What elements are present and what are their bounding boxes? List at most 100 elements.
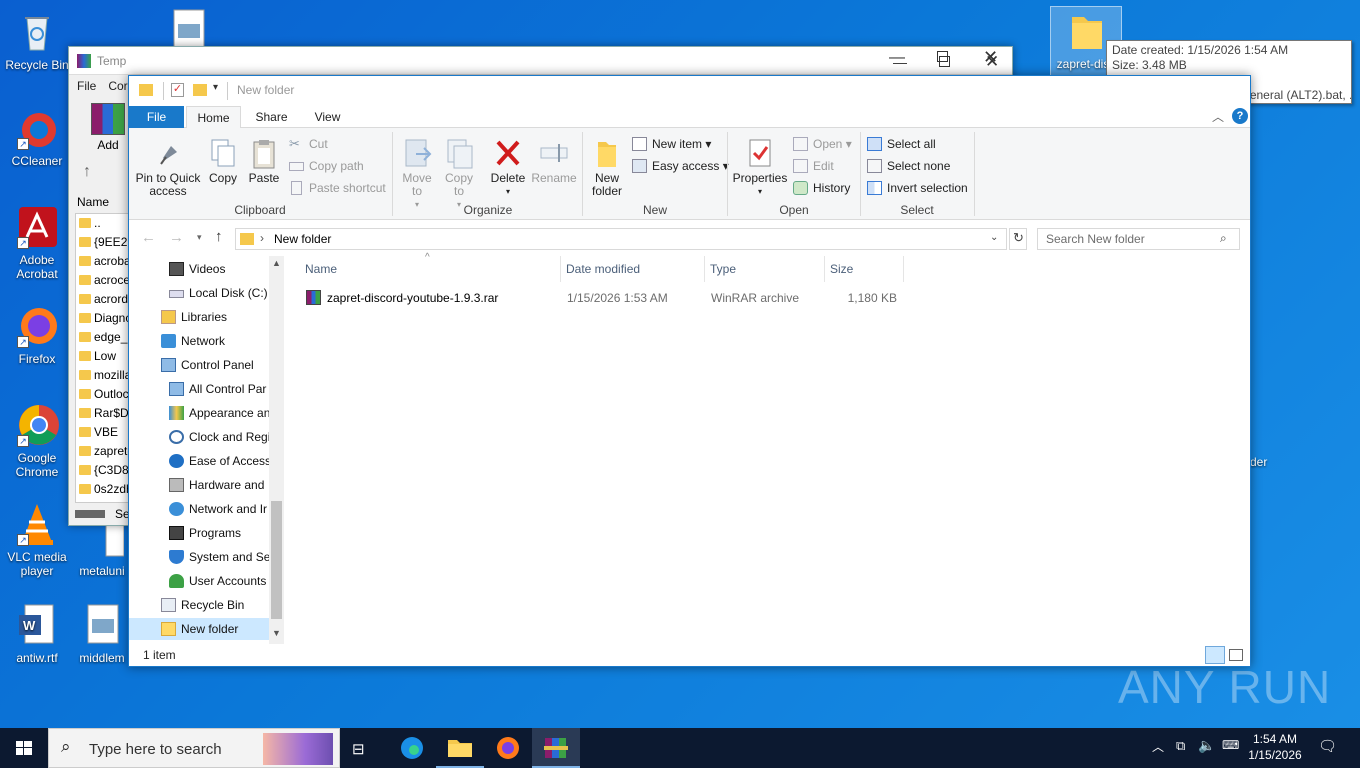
up-arrow-icon[interactable]: ↑ xyxy=(83,163,91,181)
scrollbar-thumb[interactable] xyxy=(271,501,282,619)
column-header-name[interactable]: Name xyxy=(305,262,337,278)
menu-item[interactable]: File xyxy=(77,79,96,93)
new-folder-button[interactable]: New folder xyxy=(587,138,627,198)
nav-item-appearance[interactable]: Appearance an xyxy=(169,402,270,424)
tab-home[interactable]: Home xyxy=(186,106,241,129)
desktop-icon-antiw-rtf[interactable]: W antiw.rtf xyxy=(1,603,73,665)
address-dropdown-icon[interactable]: ⌄ xyxy=(990,232,998,243)
copy-path-button[interactable]: Copy path xyxy=(289,156,364,176)
menu-item[interactable]: Cor xyxy=(108,79,127,93)
new-folder-quick-icon[interactable] xyxy=(193,84,207,96)
list-item[interactable]: 0s2zdh xyxy=(76,480,130,499)
taskbar-file-explorer[interactable] xyxy=(436,728,484,768)
list-item[interactable]: mozilla xyxy=(76,366,130,385)
tab-share[interactable]: Share xyxy=(244,106,299,128)
taskbar-winrar[interactable] xyxy=(532,728,580,768)
nav-item-clock-region[interactable]: Clock and Regi xyxy=(169,426,270,448)
taskbar-firefox[interactable] xyxy=(484,728,532,768)
column-separator[interactable] xyxy=(704,256,705,282)
history-button[interactable]: History xyxy=(793,178,850,198)
nav-item-recycle-bin[interactable]: Recycle Bin xyxy=(161,594,244,616)
nav-item-videos[interactable]: Videos xyxy=(169,258,225,280)
list-item[interactable]: Outloc xyxy=(76,385,130,404)
scroll-down-icon[interactable]: ▼ xyxy=(272,628,281,638)
taskbar-edge[interactable] xyxy=(388,728,436,768)
desktop-icon-ccleaner[interactable]: ↗ CCleaner xyxy=(1,106,73,168)
nav-item-libraries[interactable]: Libraries xyxy=(161,306,227,328)
explorer-close-button[interactable]: ✕ xyxy=(985,52,999,72)
list-item[interactable]: Low xyxy=(76,347,130,366)
input-method-icon[interactable]: ⌨ xyxy=(1222,738,1239,752)
list-item[interactable]: edge_E xyxy=(76,328,130,347)
nav-item-new-folder[interactable]: New folder xyxy=(129,618,269,640)
invert-selection-button[interactable]: Invert selection xyxy=(867,178,968,198)
nav-item-ease-of-access[interactable]: Ease of Access xyxy=(169,450,271,472)
easy-access-button[interactable]: Easy access ▾ xyxy=(632,156,729,176)
list-item[interactable]: acroba xyxy=(76,252,130,271)
nav-item-system-security[interactable]: System and Se xyxy=(169,546,270,568)
forward-arrow-icon[interactable]: → xyxy=(169,229,184,246)
explorer-window[interactable]: ✓ ▾ New folder File Home Share View ︿ ? … xyxy=(128,52,1251,667)
select-none-button[interactable]: Select none xyxy=(867,156,950,176)
nav-item-programs[interactable]: Programs xyxy=(169,522,241,544)
scroll-up-icon[interactable]: ▲ xyxy=(272,258,281,268)
open-button[interactable]: Open ▾ xyxy=(793,134,852,154)
recent-locations-icon[interactable]: ▾ xyxy=(197,232,202,243)
copy-button[interactable]: Copy xyxy=(205,138,241,185)
list-item[interactable]: zapret- xyxy=(76,442,130,461)
pin-quick-access-button[interactable]: Pin to Quick access xyxy=(133,138,203,198)
nav-item-hardware[interactable]: Hardware and xyxy=(169,474,264,496)
winrar-titlebar[interactable]: Temp — ✕ xyxy=(69,47,1012,75)
list-item[interactable]: VBE xyxy=(76,423,130,442)
list-item[interactable]: acrord xyxy=(76,290,130,309)
move-to-button[interactable]: Move to ▾ xyxy=(397,138,437,211)
back-arrow-icon[interactable]: ← xyxy=(141,229,156,246)
nav-item-network[interactable]: Network xyxy=(161,330,225,352)
taskbar-clock[interactable]: 1:54 AM 1/15/2026 xyxy=(1244,731,1306,763)
column-separator[interactable] xyxy=(560,256,561,282)
list-item[interactable]: Diagnc xyxy=(76,309,130,328)
column-header-type[interactable]: Type xyxy=(710,262,736,278)
nav-item-local-disk[interactable]: Local Disk (C:) xyxy=(169,282,268,304)
task-view-button[interactable]: ⊟ xyxy=(340,728,388,768)
file-row[interactable]: zapret-discord-youtube-1.9.3.rar 1/15/20… xyxy=(301,288,909,308)
explorer-minimize-button[interactable]: — xyxy=(893,54,907,70)
breadcrumb[interactable]: New folder xyxy=(274,232,331,246)
paste-button[interactable]: Paste xyxy=(245,138,283,185)
address-bar[interactable]: › New folder ⌄ xyxy=(235,228,1007,250)
nav-item-control-panel[interactable]: Control Panel xyxy=(161,354,254,376)
list-item[interactable]: acroce xyxy=(76,271,130,290)
help-icon[interactable]: ? xyxy=(1232,108,1248,124)
tab-file[interactable]: File xyxy=(129,106,184,128)
explorer-titlebar[interactable]: ✓ ▾ New folder xyxy=(129,76,1250,106)
notifications-icon[interactable]: 🗨 xyxy=(1318,737,1337,755)
navigation-scrollbar[interactable]: ▲ ▼ xyxy=(269,256,284,644)
new-item-button[interactable]: New item ▾ xyxy=(632,134,711,154)
explorer-maximize-button[interactable] xyxy=(939,56,950,67)
customize-quick-access-icon[interactable]: ▾ xyxy=(213,82,218,93)
list-item[interactable]: Rar$DI xyxy=(76,404,130,423)
properties-button[interactable]: Properties ▾ xyxy=(731,138,789,198)
start-button[interactable] xyxy=(0,728,48,768)
delete-button[interactable]: Delete ▾ xyxy=(487,138,529,198)
column-separator[interactable] xyxy=(903,256,904,282)
network-tray-icon[interactable]: ⧉ xyxy=(1176,738,1185,754)
desktop-icon-recycle-bin[interactable]: Recycle Bin xyxy=(1,10,73,72)
select-all-button[interactable]: Select all xyxy=(867,134,936,154)
search-box[interactable]: Search New folder ⌕ xyxy=(1037,228,1240,250)
tab-view[interactable]: View xyxy=(300,106,355,128)
edit-button[interactable]: Edit xyxy=(793,156,834,176)
cut-button[interactable]: ✂ Cut xyxy=(289,134,328,154)
copy-to-button[interactable]: Copy to ▾ xyxy=(439,138,479,211)
ribbon-collapse-icon[interactable]: ︿ xyxy=(1212,108,1224,125)
winrar-add-button[interactable]: Add xyxy=(89,103,127,152)
column-separator[interactable] xyxy=(824,256,825,282)
list-item[interactable]: {C3D8E xyxy=(76,461,130,480)
up-arrow-icon[interactable]: ↑ xyxy=(215,228,223,245)
paste-shortcut-button[interactable]: Paste shortcut xyxy=(289,178,386,198)
volume-icon[interactable]: 🔈 xyxy=(1198,737,1215,754)
large-icons-view-icon[interactable] xyxy=(1229,649,1243,661)
desktop-icon-firefox[interactable]: ↗ Firefox xyxy=(1,304,73,366)
nav-item-network-internet[interactable]: Network and Ir xyxy=(169,498,267,520)
desktop-icon-vlc[interactable]: ↗ VLC media player xyxy=(1,502,73,578)
